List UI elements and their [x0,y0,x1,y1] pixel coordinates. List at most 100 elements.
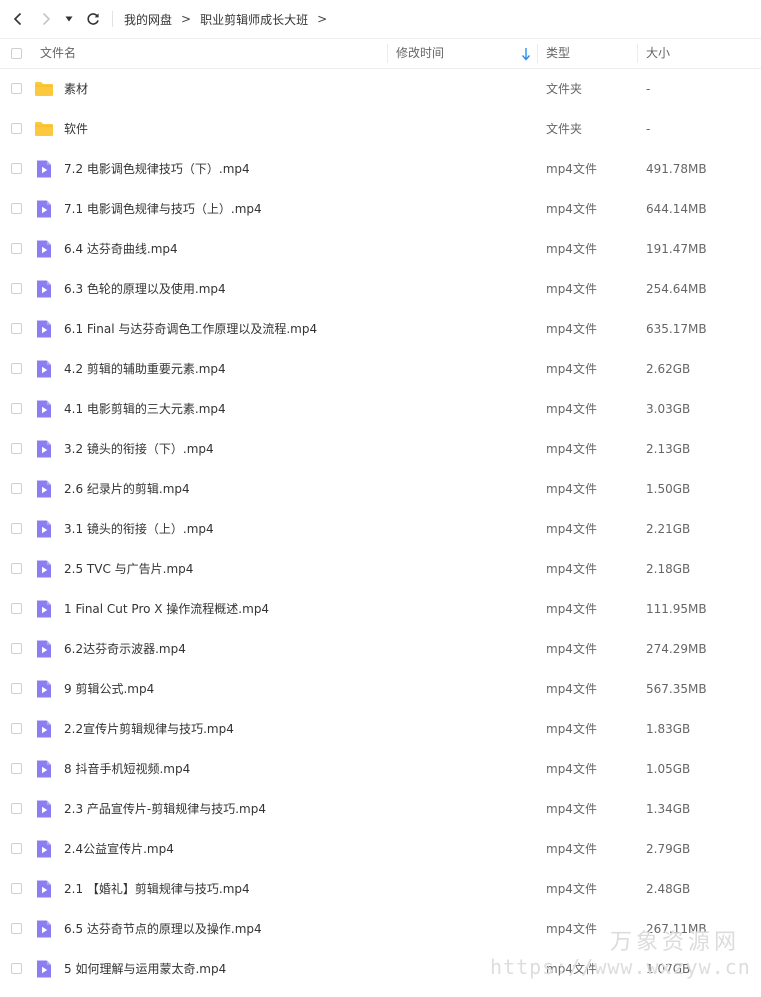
breadcrumb-separator: > [317,12,328,26]
file-row[interactable]: 2.5 TVC 与广告片.mp4 mp4文件 2.18GB [0,549,761,589]
row-checkbox[interactable] [11,563,22,574]
row-checkbox[interactable] [11,643,22,654]
row-checkbox[interactable] [11,803,22,814]
file-name[interactable]: 4.1 电影剪辑的三大元素.mp4 [64,389,226,429]
file-name[interactable]: 8 抖音手机短视频.mp4 [64,749,190,789]
file-name[interactable]: 4.2 剪辑的辅助重要元素.mp4 [64,349,226,389]
column-header-size[interactable]: 大小 [646,39,670,68]
file-list-header: 文件名 修改时间 类型 大小 [0,38,761,69]
file-type: mp4文件 [546,762,597,776]
file-name[interactable]: 素材 [64,69,88,109]
video-file-icon [37,680,51,698]
file-row[interactable]: 6.4 达芬奇曲线.mp4 mp4文件 191.47MB [0,229,761,269]
file-row[interactable]: 7.2 电影调色规律技巧（下）.mp4 mp4文件 491.78MB [0,149,761,189]
column-resize-handle[interactable] [537,44,538,63]
row-checkbox[interactable] [11,243,22,254]
sort-down-arrow-icon[interactable] [521,47,531,61]
row-checkbox[interactable] [11,923,22,934]
file-row[interactable]: 7.1 电影调色规律与技巧（上）.mp4 mp4文件 644.14MB [0,189,761,229]
file-name[interactable]: 2.5 TVC 与广告片.mp4 [64,549,193,589]
breadcrumb-item-root[interactable]: 我的网盘 [124,11,172,28]
row-checkbox[interactable] [11,363,22,374]
refresh-button[interactable] [82,8,104,30]
file-row[interactable]: 8 抖音手机短视频.mp4 mp4文件 1.05GB [0,749,761,789]
file-row[interactable]: 3.1 镜头的衔接（上）.mp4 mp4文件 2.21GB [0,509,761,549]
row-checkbox[interactable] [11,123,22,134]
file-name[interactable]: 7.2 电影调色规律技巧（下）.mp4 [64,149,250,189]
file-name[interactable]: 2.4公益宣传片.mp4 [64,829,174,869]
file-name[interactable]: 9 剪辑公式.mp4 [64,669,154,709]
row-checkbox[interactable] [11,843,22,854]
file-name[interactable]: 6.1 Final 与达芬奇调色工作原理以及流程.mp4 [64,309,317,349]
file-name[interactable]: 3.1 镜头的衔接（上）.mp4 [64,509,214,549]
breadcrumb-item-folder[interactable]: 职业剪辑师成长大班 [200,11,308,28]
file-name[interactable]: 2.1 【婚礼】剪辑规律与技巧.mp4 [64,869,250,909]
column-header-type[interactable]: 类型 [546,39,570,68]
video-file-icon [37,840,51,858]
row-checkbox[interactable] [11,963,22,974]
file-size: - [646,82,651,96]
file-name[interactable]: 6.4 达芬奇曲线.mp4 [64,229,178,269]
row-checkbox[interactable] [11,443,22,454]
file-type: mp4文件 [546,842,597,856]
file-row[interactable]: 2.2宣传片剪辑规律与技巧.mp4 mp4文件 1.83GB [0,709,761,749]
file-size: 1.34GB [646,802,691,816]
file-name[interactable]: 5 如何理解与运用蒙太奇.mp4 [64,949,226,989]
file-size: 2.21GB [646,522,691,536]
row-checkbox[interactable] [11,283,22,294]
file-row[interactable]: 1 Final Cut Pro X 操作流程概述.mp4 mp4文件 111.95M… [0,589,761,629]
file-name[interactable]: 6.5 达芬奇节点的原理以及操作.mp4 [64,909,262,949]
row-checkbox[interactable] [11,323,22,334]
file-name[interactable]: 1 Final Cut Pro X 操作流程概述.mp4 [64,589,269,629]
row-checkbox[interactable] [11,163,22,174]
file-row[interactable]: 2.1 【婚礼】剪辑规律与技巧.mp4 mp4文件 2.48GB [0,869,761,909]
nav-divider [112,11,113,27]
row-checkbox[interactable] [11,603,22,614]
file-row[interactable]: 2.6 纪录片的剪辑.mp4 mp4文件 1.50GB [0,469,761,509]
video-file-icon [37,200,51,218]
file-row[interactable]: 软件 文件夹 - [0,109,761,149]
row-checkbox[interactable] [11,883,22,894]
file-row[interactable]: 2.4公益宣传片.mp4 mp4文件 2.79GB [0,829,761,869]
row-checkbox[interactable] [11,683,22,694]
file-size: 274.29MB [646,642,707,656]
file-type: mp4文件 [546,802,597,816]
file-name[interactable]: 2.6 纪录片的剪辑.mp4 [64,469,190,509]
file-row[interactable]: 2.3 产品宣传片-剪辑规律与技巧.mp4 mp4文件 1.34GB [0,789,761,829]
row-checkbox[interactable] [11,763,22,774]
file-row[interactable]: 9 剪辑公式.mp4 mp4文件 567.35MB [0,669,761,709]
file-row[interactable]: 3.2 镜头的衔接（下）.mp4 mp4文件 2.13GB [0,429,761,469]
file-name[interactable]: 2.2宣传片剪辑规律与技巧.mp4 [64,709,234,749]
file-row[interactable]: 素材 文件夹 - [0,69,761,109]
row-checkbox[interactable] [11,483,22,494]
select-all-checkbox[interactable] [11,48,22,59]
file-row[interactable]: 6.3 色轮的原理以及使用.mp4 mp4文件 254.64MB [0,269,761,309]
row-checkbox[interactable] [11,403,22,414]
row-checkbox[interactable] [11,83,22,94]
video-file-icon [37,520,51,538]
file-row[interactable]: 6.1 Final 与达芬奇调色工作原理以及流程.mp4 mp4文件 635.17M… [0,309,761,349]
file-size: 567.35MB [646,682,707,696]
file-row[interactable]: 6.2达芬奇示波器.mp4 mp4文件 274.29MB [0,629,761,669]
file-name[interactable]: 软件 [64,109,88,149]
row-checkbox[interactable] [11,523,22,534]
back-button[interactable] [7,8,29,30]
history-dropdown-button[interactable] [62,8,76,30]
row-checkbox[interactable] [11,723,22,734]
forward-button[interactable] [35,8,57,30]
file-name[interactable]: 3.2 镜头的衔接（下）.mp4 [64,429,214,469]
row-checkbox[interactable] [11,203,22,214]
file-size: 1.50GB [646,482,691,496]
file-name[interactable]: 6.3 色轮的原理以及使用.mp4 [64,269,226,309]
file-name[interactable]: 7.1 电影调色规律与技巧（上）.mp4 [64,189,262,229]
file-row[interactable]: 4.2 剪辑的辅助重要元素.mp4 mp4文件 2.62GB [0,349,761,389]
file-name[interactable]: 2.3 产品宣传片-剪辑规律与技巧.mp4 [64,789,266,829]
folder-icon [35,82,53,96]
file-name[interactable]: 6.2达芬奇示波器.mp4 [64,629,186,669]
file-row[interactable]: 4.1 电影剪辑的三大元素.mp4 mp4文件 3.03GB [0,389,761,429]
column-resize-handle[interactable] [387,44,388,63]
column-header-name[interactable]: 文件名 [40,39,76,68]
column-resize-handle[interactable] [637,44,638,63]
file-size: 2.13GB [646,442,691,456]
column-header-modified[interactable]: 修改时间 [396,39,444,68]
